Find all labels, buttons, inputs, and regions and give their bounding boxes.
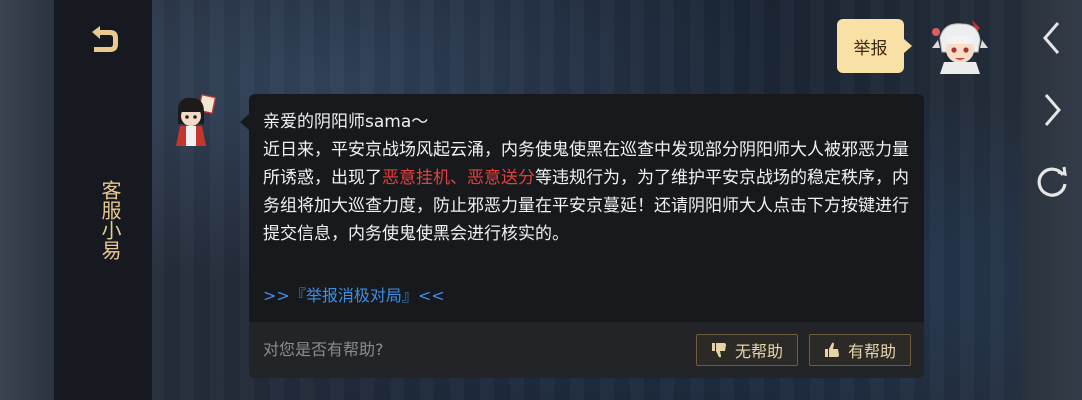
prev-button[interactable] bbox=[1030, 16, 1074, 60]
helpful-button[interactable]: 有帮助 bbox=[809, 334, 911, 366]
chevron-left-icon bbox=[1043, 22, 1060, 54]
left-edge bbox=[0, 0, 54, 400]
refresh-button[interactable] bbox=[1030, 160, 1074, 204]
bubble-tail bbox=[240, 114, 249, 130]
chevron-right-icon bbox=[1044, 94, 1061, 126]
feedback-question: 对您是否有帮助? bbox=[263, 340, 384, 359]
thumbs-up-icon bbox=[824, 342, 839, 357]
assistant-avatar bbox=[172, 93, 218, 148]
violation-highlight: 恶意挂机、恶意送分 bbox=[382, 168, 535, 188]
message-card: 亲爱的阴阳师sama～ 近日来，平安京战场风起云涌，内务使鬼使黑在巡查中发现部分… bbox=[249, 94, 924, 378]
back-button[interactable] bbox=[84, 22, 124, 58]
report-button[interactable]: 举报 bbox=[837, 19, 912, 73]
not-helpful-button[interactable]: 无帮助 bbox=[696, 334, 798, 366]
not-helpful-label: 无帮助 bbox=[734, 342, 783, 361]
helpful-label: 有帮助 bbox=[847, 342, 896, 361]
feedback-bar: 对您是否有帮助? 无帮助 有帮助 bbox=[249, 322, 924, 378]
report-label: 举报 bbox=[853, 38, 888, 59]
message-paragraph: 近日来，平安京战场风起云涌，内务使鬼使黑在巡查中发现部分阴阳师大人被邪恶力量所诱… bbox=[263, 136, 913, 248]
back-arrow-icon bbox=[92, 26, 118, 52]
thumbs-down-icon bbox=[711, 343, 726, 358]
greeting-text: 亲爱的阴阳师sama～ bbox=[263, 112, 429, 132]
report-negative-match-link[interactable]: >>『举报消极对局』<< bbox=[263, 284, 445, 308]
refresh-icon bbox=[1037, 166, 1067, 197]
user-avatar bbox=[930, 18, 990, 74]
panel-title: 客服小易 bbox=[98, 180, 122, 260]
message-body: 亲爱的阴阳师sama～ 近日来，平安京战场风起云涌，内务使鬼使黑在巡查中发现部分… bbox=[263, 108, 913, 248]
next-button[interactable] bbox=[1030, 88, 1074, 132]
